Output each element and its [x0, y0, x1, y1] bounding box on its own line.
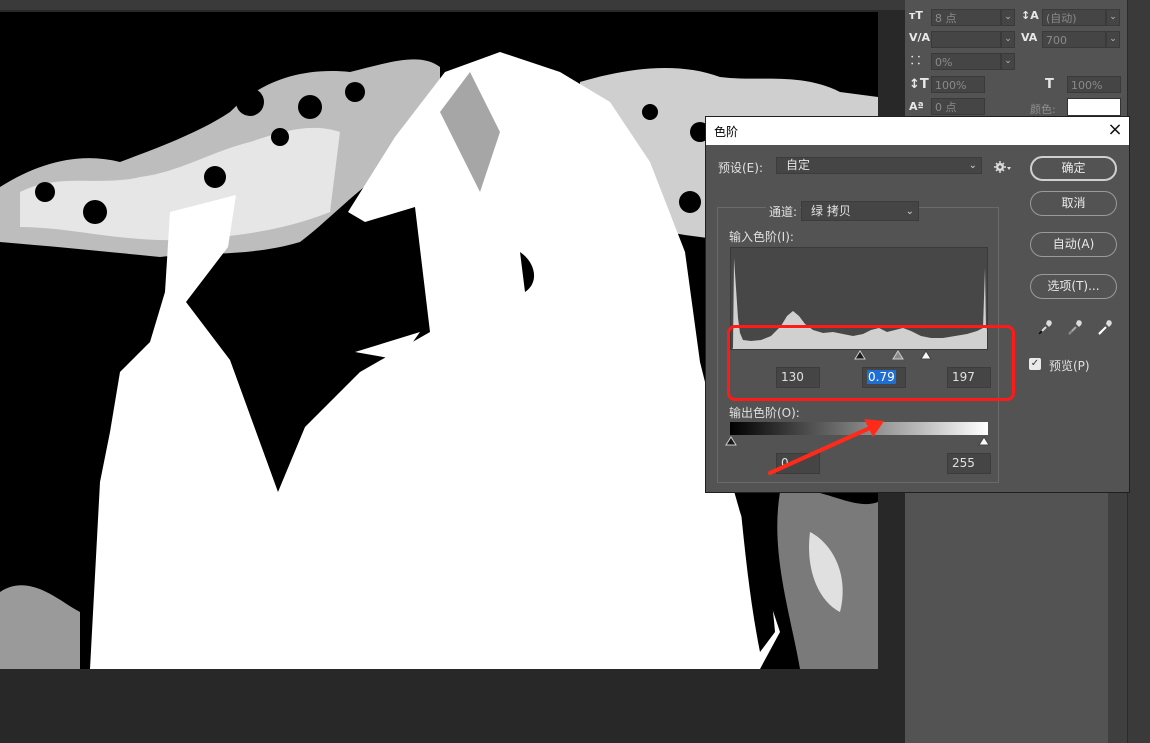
options-button[interactable]: 选项(T)... [1030, 274, 1117, 299]
ok-button[interactable]: 确定 [1030, 156, 1117, 181]
output-white-slider[interactable] [978, 436, 990, 446]
tracking-icon: VA [1021, 31, 1038, 44]
preview-checkbox[interactable]: ✓ [1029, 358, 1041, 370]
tracking-field[interactable]: 700 [1042, 31, 1106, 48]
output-black-slider[interactable] [725, 436, 737, 446]
black-point-eyedropper-icon[interactable] [1037, 320, 1053, 336]
channel-value: 绿 拷贝 [811, 204, 851, 218]
tsume-dropdown[interactable]: ⌄ [1001, 53, 1015, 70]
kerning-dropdown[interactable]: ⌄ [1001, 31, 1015, 48]
kerning-field[interactable] [931, 31, 1001, 48]
text-color-swatch[interactable] [1067, 98, 1121, 116]
kerning-icon: V/A [909, 31, 931, 44]
tsume-field[interactable]: 0% [931, 53, 1001, 70]
leading-field[interactable]: (自动) [1042, 9, 1106, 26]
auto-button[interactable]: 自动(A) [1030, 232, 1117, 257]
preset-value: 自定 [786, 158, 811, 172]
dialog-title-bar[interactable]: 色阶 × [706, 117, 1129, 145]
leading-dropdown[interactable]: ⌄ [1106, 9, 1120, 26]
annotation-arrow [768, 419, 884, 475]
preview-label: 预览(P) [1049, 359, 1090, 373]
gray-point-eyedropper-icon[interactable] [1067, 320, 1083, 336]
font-size-field[interactable]: 8 点 [931, 9, 1001, 26]
input-levels-label: 输入色阶(I): [729, 230, 794, 244]
channel-select[interactable]: 绿 拷贝 ⌄ [801, 201, 919, 221]
white-point-eyedropper-icon[interactable] [1097, 320, 1113, 336]
vertical-scale-icon: ↕T [909, 77, 929, 92]
horizontal-scale-icon: T [1045, 77, 1054, 92]
chevron-down-icon: ⌄ [968, 160, 977, 171]
tsume-icon: ⸬ [911, 54, 921, 67]
close-icon[interactable]: × [1105, 120, 1125, 140]
leading-icon: ↕A [1021, 9, 1039, 22]
output-white-field[interactable]: 255 [947, 453, 991, 474]
highlight-box [727, 325, 1015, 401]
baseline-shift-field[interactable]: 0 点 [931, 98, 985, 115]
preset-label: 预设(E): [718, 161, 763, 175]
vertical-scale-field[interactable]: 100% [931, 76, 985, 93]
font-size-icon: ᴛT [909, 9, 923, 22]
preset-select[interactable]: 自定 ⌄ [776, 157, 982, 174]
horizontal-scale-field[interactable]: 100% [1067, 76, 1121, 93]
chevron-down-icon: ⌄ [905, 206, 914, 217]
font-size-dropdown[interactable]: ⌄ [1001, 9, 1015, 26]
color-label: 颜色: [1030, 103, 1056, 116]
baseline-shift-icon: Aª [909, 100, 924, 113]
document-top-bar [0, 0, 905, 10]
dialog-title: 色阶 [714, 125, 739, 139]
gear-icon[interactable] [994, 161, 1012, 173]
side-dock [1127, 0, 1150, 743]
channel-label: 通道: [766, 203, 801, 220]
tracking-dropdown[interactable]: ⌄ [1106, 31, 1120, 48]
cancel-button[interactable]: 取消 [1030, 191, 1117, 216]
